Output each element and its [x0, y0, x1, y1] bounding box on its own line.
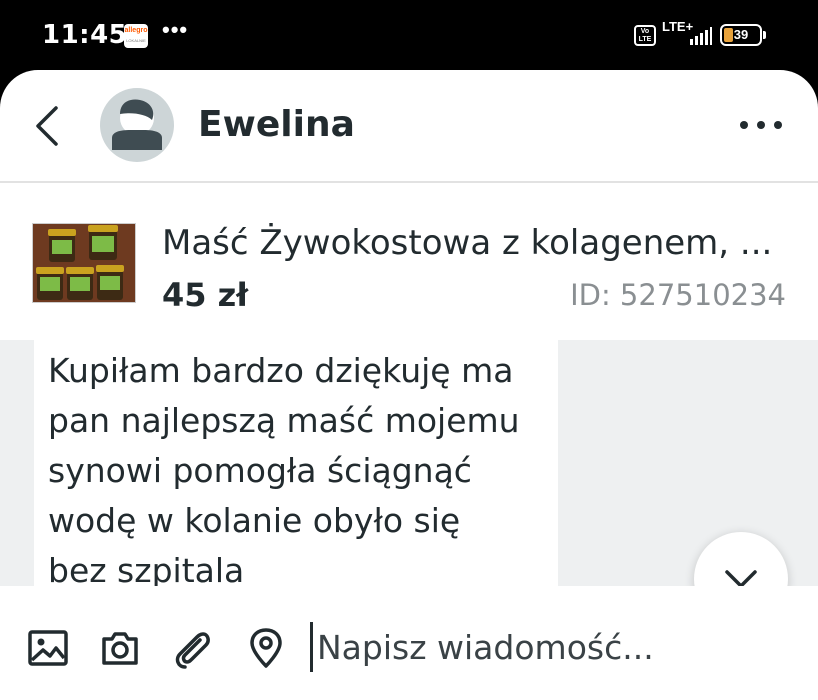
ointment-jars-image — [33, 224, 135, 302]
back-arrow-icon[interactable] — [28, 98, 68, 154]
message-input[interactable] — [310, 622, 797, 672]
allegro-notification-icon: allegro LOKALNIE — [124, 24, 148, 48]
avatar[interactable] — [100, 88, 174, 162]
product-price: 45 zł — [162, 276, 249, 314]
image-gallery-icon[interactable] — [26, 626, 70, 670]
default-user-icon — [112, 99, 162, 150]
app-badge-brand: allegro — [124, 27, 148, 34]
more-notifications-icon: ••• — [162, 17, 189, 42]
message-background-right — [558, 340, 818, 586]
battery-tip — [763, 31, 766, 39]
message-background-left — [0, 340, 34, 586]
volte-top: Vo — [640, 28, 650, 35]
volte-icon: Vo LTE — [634, 25, 656, 46]
signal-strength-icon — [690, 27, 712, 45]
message-bubble-text: Kupiłam bardzo dziękuję ma pan najlepszą… — [48, 351, 520, 590]
product-card[interactable]: Maść Żywokostowa z kolagenem, ... 45 zł … — [0, 183, 818, 338]
clock: 11:45 — [42, 20, 128, 50]
chat-header: Ewelina — [0, 70, 818, 183]
product-title[interactable]: Maść Żywokostowa z kolagenem, ... — [162, 223, 782, 263]
more-options-icon[interactable] — [738, 116, 784, 134]
status-bar: 11:45 allegro LOKALNIE ••• Vo LTE LTE+ 3… — [0, 0, 818, 70]
chat-screen: Ewelina Maść Żywokostowa z kolagenem, ..… — [0, 70, 818, 700]
message-composer — [0, 586, 818, 700]
battery-icon: 39 — [720, 24, 762, 46]
battery-level: 39 — [733, 27, 749, 42]
location-pin-icon[interactable] — [244, 626, 288, 670]
volte-bottom: LTE — [638, 36, 652, 43]
network-type: LTE+ — [662, 19, 694, 34]
message-list[interactable]: Kupiłam bardzo dziękuję ma pan najlepszą… — [0, 340, 818, 626]
product-id: ID: 527510234 — [570, 278, 786, 312]
camera-icon[interactable] — [98, 626, 142, 670]
contact-name: Ewelina — [198, 104, 355, 145]
attachment-icon[interactable] — [170, 626, 214, 670]
app-badge-sub: LOKALNIE — [126, 38, 146, 43]
product-thumbnail[interactable] — [32, 223, 136, 303]
